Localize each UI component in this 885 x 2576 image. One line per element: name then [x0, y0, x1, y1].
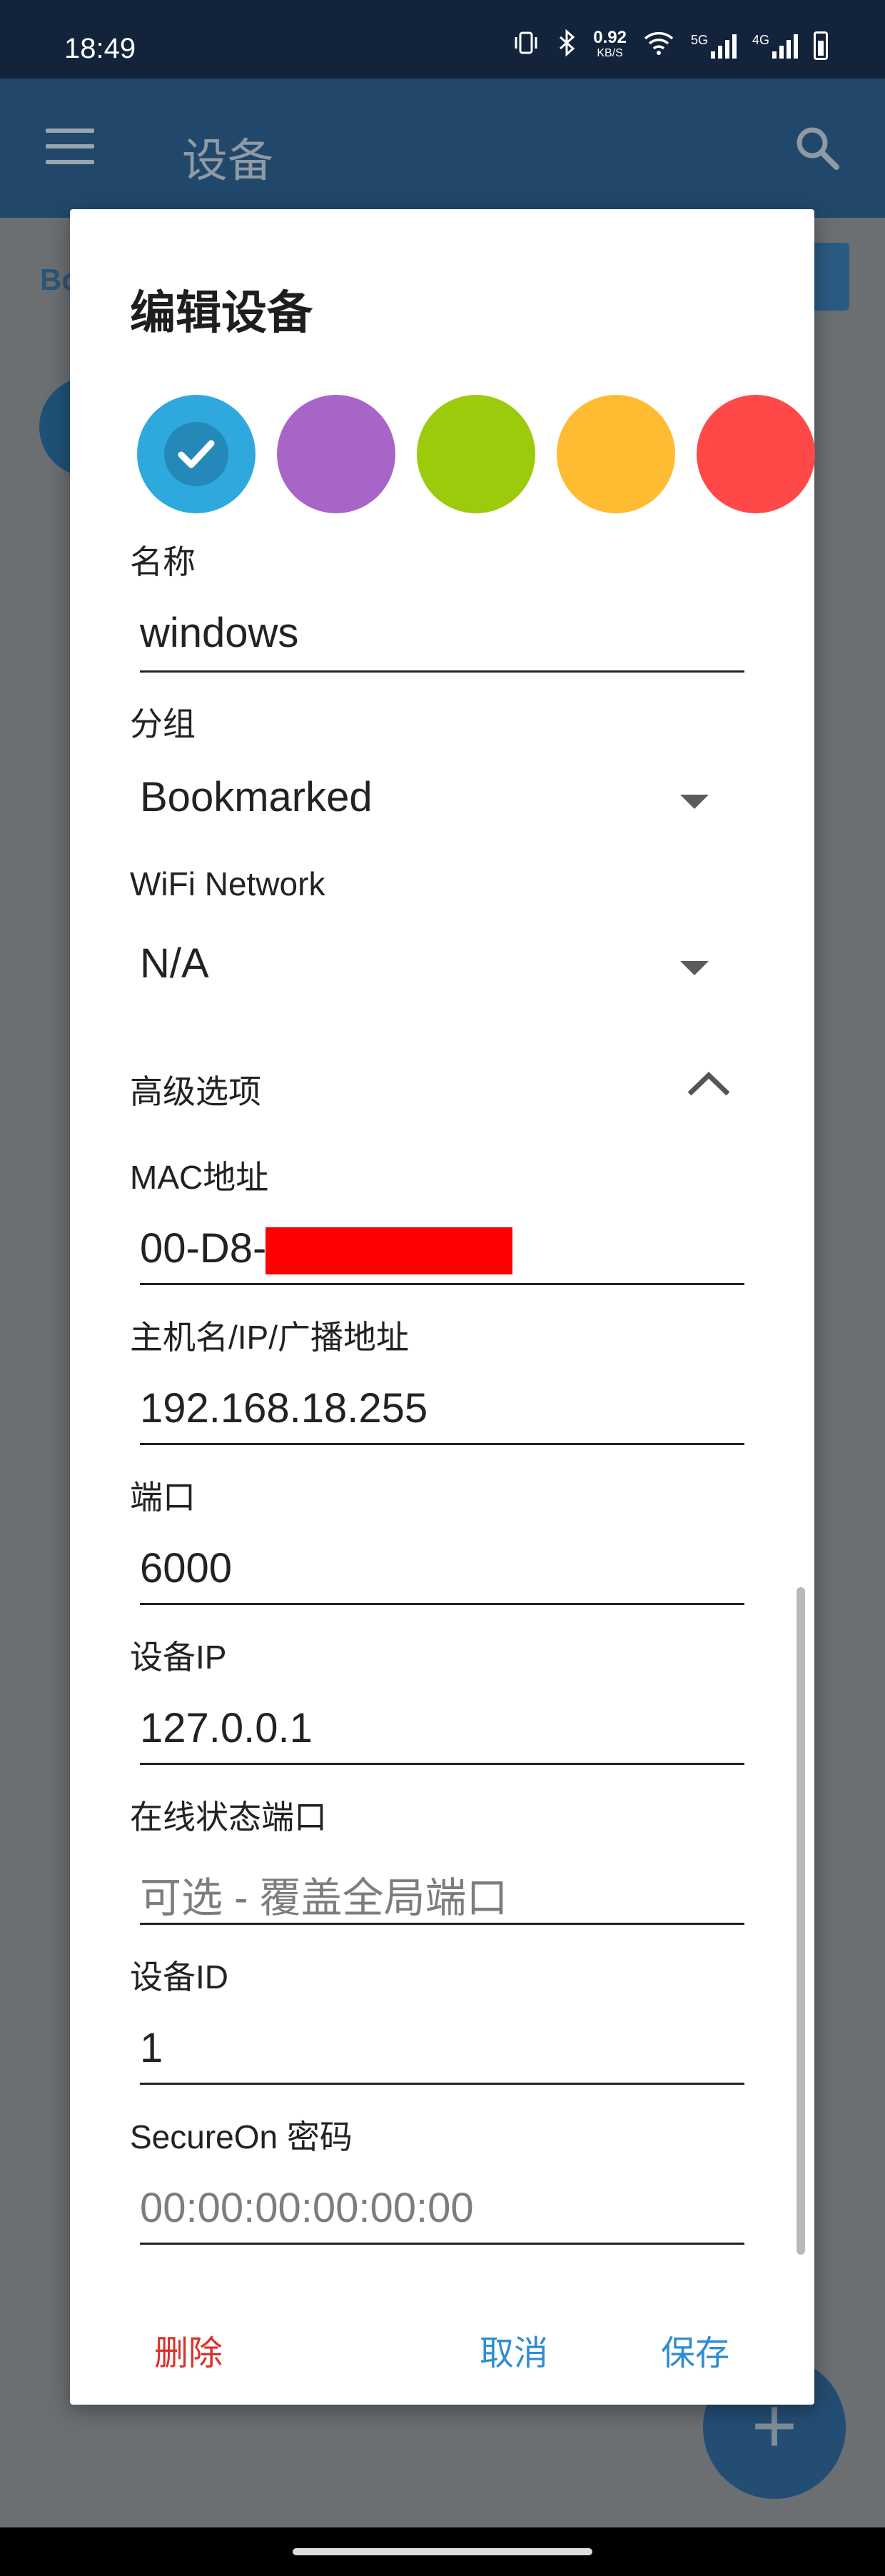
status-port-input[interactable]: 可选 - 覆盖全局端口	[140, 1864, 508, 1924]
net-speed-unit: KB/S	[597, 46, 623, 59]
host-input[interactable]: 192.168.18.255	[140, 1384, 428, 1432]
net-speed-value: 0.92	[593, 27, 627, 47]
device-ip-input[interactable]: 127.0.0.1	[140, 1704, 313, 1752]
wifi-dropdown-arrow-icon[interactable]	[680, 961, 709, 975]
net-type-2: 4G	[752, 32, 769, 47]
mac-label: MAC地址	[130, 1159, 269, 1196]
device-ip-label: 设备IP	[130, 1639, 227, 1676]
group-label: 分组	[130, 705, 196, 743]
navigation-bar	[0, 2527, 885, 2576]
vibrate-icon	[512, 29, 540, 62]
name-label: 名称	[130, 543, 196, 580]
battery-icon	[814, 31, 828, 60]
device-id-underline	[140, 2083, 744, 2085]
status-time: 18:49	[64, 33, 136, 64]
edit-device-dialog: 编辑设备 名称 windows 分组 Bookmarked WiFi Netwo…	[70, 209, 815, 2405]
color-swatch-green[interactable]	[417, 395, 535, 513]
net-speed: 0.92 KB/S	[593, 27, 627, 61]
name-input[interactable]: windows	[140, 609, 298, 657]
status-port-underline	[140, 1923, 744, 1925]
home-gesture-handle[interactable]	[293, 2548, 592, 2555]
secureon-label: SecureOn 密码	[130, 2118, 353, 2155]
device-id-input[interactable]: 1	[140, 2024, 163, 2072]
device-id-label: 设备ID	[130, 1958, 228, 1996]
device-ip-underline	[140, 1763, 744, 1765]
status-port-label: 在线状态端口	[130, 1798, 327, 1836]
wifi-label: WiFi Network	[130, 865, 325, 902]
signal-4g-icon: 4G	[752, 33, 798, 59]
dialog-scrollbar[interactable]	[796, 1587, 805, 2255]
signal-5g-icon: 5G	[691, 33, 737, 59]
color-swatch-blue[interactable]	[137, 395, 256, 513]
app-title: 设备	[182, 135, 273, 186]
cancel-button[interactable]: 取消	[480, 2325, 548, 2375]
port-input[interactable]: 6000	[140, 1544, 232, 1592]
mac-underline	[140, 1283, 744, 1285]
bluetooth-icon	[556, 29, 577, 62]
app-bar: 设备	[0, 79, 885, 218]
checkmark-icon	[164, 422, 228, 486]
wifi-icon	[642, 29, 675, 62]
group-select[interactable]: Bookmarked	[140, 773, 373, 821]
dialog-title: 编辑设备	[130, 287, 313, 338]
status-bar: 18:49 0.92 KB/S 5G 4G	[0, 0, 885, 79]
host-underline	[140, 1443, 744, 1445]
search-icon[interactable]	[792, 123, 842, 173]
net-type-1: 5G	[690, 32, 708, 47]
color-swatch-purple[interactable]	[277, 395, 395, 513]
delete-button[interactable]: 删除	[154, 2325, 223, 2375]
mac-input[interactable]: 00-D8-	[140, 1224, 266, 1272]
wifi-select[interactable]: N/A	[140, 940, 209, 987]
color-swatch-red[interactable]	[697, 395, 815, 513]
advanced-options-label[interactable]: 高级选项	[130, 1066, 261, 1113]
secureon-underline	[140, 2243, 744, 2245]
color-swatch-orange[interactable]	[557, 395, 675, 513]
menu-icon[interactable]	[46, 129, 94, 164]
port-label: 端口	[130, 1479, 196, 1516]
name-underline	[140, 670, 744, 673]
redaction-box	[266, 1227, 512, 1274]
group-dropdown-arrow-icon[interactable]	[680, 795, 709, 809]
port-underline	[140, 1603, 744, 1605]
secureon-input[interactable]: 00:00:00:00:00:00	[140, 2184, 474, 2232]
host-label: 主机名/IP/广播地址	[130, 1319, 410, 1356]
color-picker	[137, 395, 825, 516]
chevron-up-icon[interactable]	[685, 1070, 732, 1098]
status-icons: 0.92 KB/S 5G 4G	[512, 29, 828, 62]
save-button[interactable]: 保存	[661, 2325, 729, 2375]
